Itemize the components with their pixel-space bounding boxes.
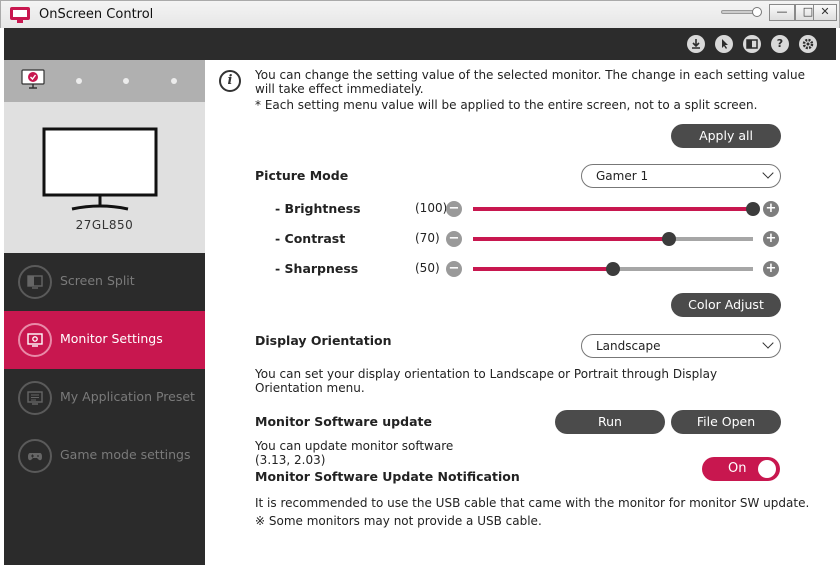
- screen-split-icon: [18, 265, 52, 299]
- update-notification-label: Monitor Software Update Notification: [255, 469, 520, 484]
- run-button[interactable]: Run: [555, 410, 665, 434]
- software-update-description: You can update monitor software: [255, 439, 454, 453]
- monitor-preview: 27GL850: [4, 102, 205, 253]
- picture-mode-select[interactable]: Gamer 1: [581, 164, 781, 188]
- chevron-down-icon: [762, 167, 774, 179]
- brightness-increase-button[interactable]: +: [763, 201, 779, 217]
- download-icon[interactable]: [687, 35, 705, 53]
- screen-icon[interactable]: [743, 35, 761, 53]
- display-orientation-value: Landscape: [596, 339, 661, 353]
- brightness-slider-fill: [473, 207, 753, 211]
- nav-monitor-settings[interactable]: Monitor Settings: [4, 311, 205, 369]
- contrast-value: (70): [415, 231, 440, 245]
- picture-mode-label: Picture Mode: [255, 168, 349, 183]
- update-notification-toggle[interactable]: On: [702, 457, 780, 481]
- window-title: OnScreen Control: [39, 7, 154, 22]
- toggle-label: On: [728, 461, 747, 476]
- file-open-button[interactable]: File Open: [671, 410, 781, 434]
- brightness-slider[interactable]: [473, 202, 760, 216]
- brightness-slider-thumb[interactable]: [746, 202, 760, 216]
- sharpness-slider-fill: [473, 267, 613, 271]
- title-bar: OnScreen Control — □ ✕: [0, 0, 840, 28]
- nav-label: Game mode settings: [60, 447, 191, 462]
- info-icon: i: [219, 70, 241, 92]
- monitor-tab-icon[interactable]: [18, 68, 48, 92]
- nav-my-application-preset[interactable]: My Application Preset: [4, 369, 205, 427]
- sharpness-decrease-button[interactable]: −: [446, 261, 462, 277]
- contrast-label: - Contrast: [275, 231, 346, 246]
- display-orientation-select[interactable]: Landscape: [581, 334, 781, 358]
- cursor-icon[interactable]: [715, 35, 733, 53]
- software-version: (3.13, 2.03): [255, 453, 326, 467]
- picture-mode-value: Gamer 1: [596, 169, 649, 183]
- info-note: * Each setting menu value will be applie…: [255, 98, 758, 112]
- help-icon[interactable]: ?: [771, 35, 789, 53]
- transparency-slider[interactable]: [721, 7, 762, 17]
- nav-label: Screen Split: [60, 273, 135, 288]
- monitor-model-label: 27GL850: [75, 218, 134, 232]
- toolbar: ?: [4, 28, 836, 60]
- toggle-knob: [758, 460, 776, 478]
- minimize-button[interactable]: —: [769, 4, 795, 21]
- nav-screen-split[interactable]: Screen Split: [4, 253, 205, 311]
- brightness-decrease-button[interactable]: −: [446, 201, 462, 217]
- usb-cable-note: It is recommended to use the USB cable t…: [255, 496, 810, 510]
- monitor-settings-panel: i You can change the setting value of th…: [205, 60, 836, 565]
- settings-gear-icon[interactable]: [799, 35, 817, 53]
- contrast-slider-thumb[interactable]: [662, 232, 676, 246]
- sharpness-slider-thumb[interactable]: [606, 262, 620, 276]
- usb-cable-warning: ※ Some monitors may not provide a USB ca…: [255, 514, 542, 528]
- sidebar: 27GL850 Screen Split Monitor Settings My…: [4, 60, 205, 565]
- nav-label: Monitor Settings: [60, 331, 163, 346]
- monitor-tab-dot[interactable]: [171, 78, 177, 84]
- contrast-slider-fill: [473, 237, 669, 241]
- monitor-icon: [42, 127, 158, 211]
- software-update-label: Monitor Software update: [255, 414, 432, 429]
- application-preset-icon: [18, 381, 52, 415]
- contrast-increase-button[interactable]: +: [763, 231, 779, 247]
- sharpness-value: (50): [415, 261, 440, 275]
- color-adjust-button[interactable]: Color Adjust: [671, 293, 781, 317]
- nav-label: My Application Preset: [60, 389, 195, 404]
- brightness-value: (100): [415, 201, 448, 215]
- sharpness-increase-button[interactable]: +: [763, 261, 779, 277]
- display-orientation-label: Display Orientation: [255, 333, 392, 348]
- app-logo-icon: [10, 7, 30, 23]
- sharpness-slider[interactable]: [473, 262, 753, 276]
- contrast-decrease-button[interactable]: −: [446, 231, 462, 247]
- monitor-tabs: [4, 60, 205, 102]
- monitor-tab-dot[interactable]: [76, 78, 82, 84]
- apply-all-button[interactable]: Apply all: [671, 124, 781, 148]
- monitor-settings-icon: [18, 323, 52, 357]
- slider-knob[interactable]: [752, 7, 762, 17]
- brightness-label: - Brightness: [275, 201, 361, 216]
- nav-game-mode-settings[interactable]: Game mode settings: [4, 427, 205, 485]
- contrast-slider[interactable]: [473, 232, 753, 246]
- gamepad-icon: [18, 439, 52, 473]
- monitor-tab-dot[interactable]: [123, 78, 129, 84]
- orientation-description: You can set your display orientation to …: [255, 367, 718, 395]
- chevron-down-icon: [762, 337, 774, 349]
- info-text: You can change the setting value of the …: [255, 68, 806, 96]
- close-button[interactable]: ✕: [813, 4, 837, 21]
- sharpness-label: - Sharpness: [275, 261, 359, 276]
